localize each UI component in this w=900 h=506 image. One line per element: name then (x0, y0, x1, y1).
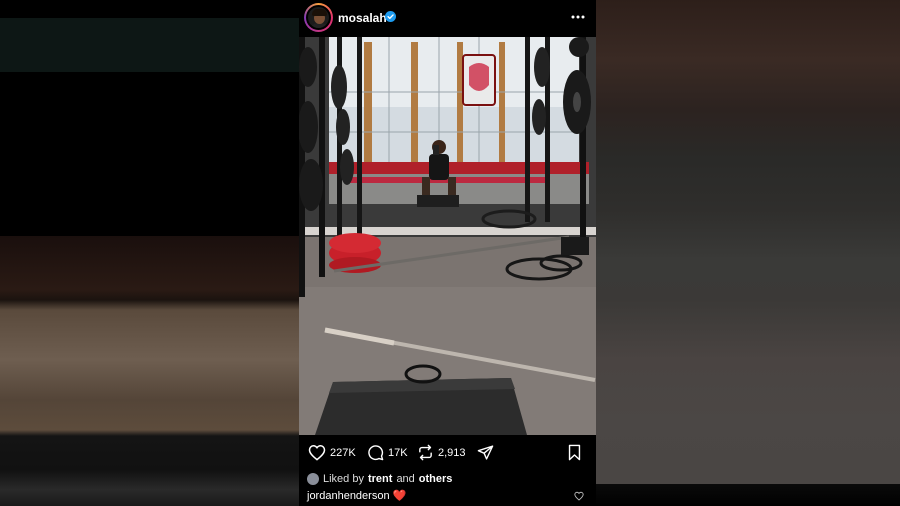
username[interactable]: mosalah (338, 11, 387, 25)
club-crest-icon (462, 54, 496, 106)
more-horizontal-icon[interactable] (570, 10, 586, 24)
save-button[interactable] (567, 444, 582, 461)
liker-avatar[interactable] (307, 473, 319, 485)
comment-row: jordanhenderson ❤️ (307, 489, 406, 502)
share-button[interactable] (477, 444, 494, 461)
verified-badge-icon (385, 11, 396, 22)
like-button[interactable]: 227K (308, 444, 356, 461)
repost-button[interactable]: 2,913 (417, 444, 466, 461)
comment-heart-icon[interactable] (574, 491, 584, 501)
liked-by-row: Liked by trent and others (307, 473, 452, 485)
send-icon (477, 445, 494, 460)
comment-text: ❤️ (392, 490, 407, 502)
liked-by-connector: and (396, 473, 415, 485)
repost-icon (419, 444, 432, 461)
blurred-background-right (596, 0, 900, 506)
liked-by-prefix: Liked by (323, 473, 364, 485)
comment-user[interactable]: jordanhenderson (307, 490, 390, 502)
comment-button[interactable]: 17K (367, 444, 408, 461)
repost-count: 2,913 (438, 446, 466, 459)
liked-by-user[interactable]: trent (368, 473, 392, 485)
avatar[interactable] (306, 5, 331, 30)
liked-by-others[interactable]: others (419, 473, 453, 485)
comment-count: 17K (388, 446, 408, 459)
heart-icon (308, 444, 326, 461)
like-count: 227K (330, 446, 356, 459)
action-bar: 227K 17K 2,913 (299, 435, 596, 473)
comment-icon (368, 445, 384, 461)
post-header: mosalah (299, 0, 596, 37)
story-ring[interactable] (304, 3, 333, 32)
bookmark-icon (568, 444, 581, 461)
post-card: mosalah 227K 17K 2,913 Liked by trent an… (299, 0, 596, 506)
post-image[interactable] (299, 37, 596, 435)
blurred-background-left (0, 0, 299, 506)
